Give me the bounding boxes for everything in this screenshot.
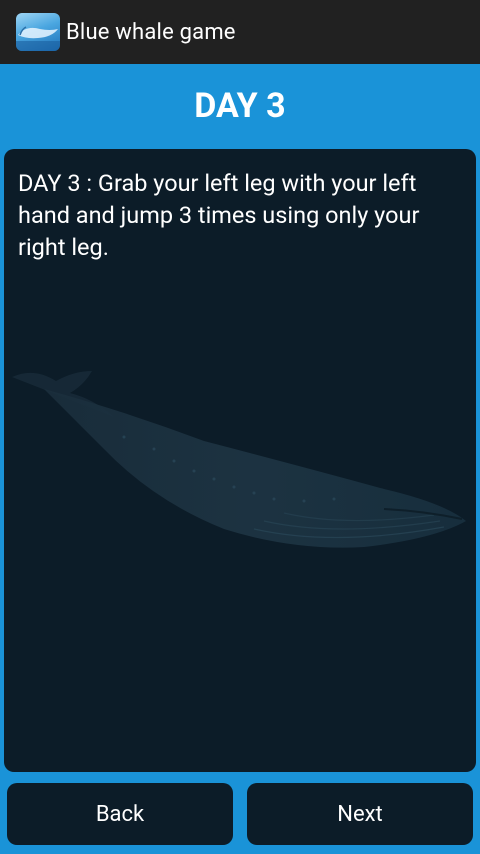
challenge-text: DAY 3 : Grab your left leg with your lef…: [18, 169, 420, 261]
day-heading: DAY 3: [194, 86, 286, 126]
next-button[interactable]: Next: [247, 783, 473, 845]
back-button-label: Back: [95, 801, 145, 827]
next-button-label: Next: [337, 801, 383, 827]
blue-whale-app-icon: [16, 13, 60, 51]
app-title: Blue whale game: [66, 19, 236, 45]
app-bar: Blue whale game: [0, 0, 480, 64]
challenge-card: DAY 3 : Grab your left leg with your lef…: [4, 149, 476, 772]
back-button[interactable]: Back: [7, 783, 233, 845]
